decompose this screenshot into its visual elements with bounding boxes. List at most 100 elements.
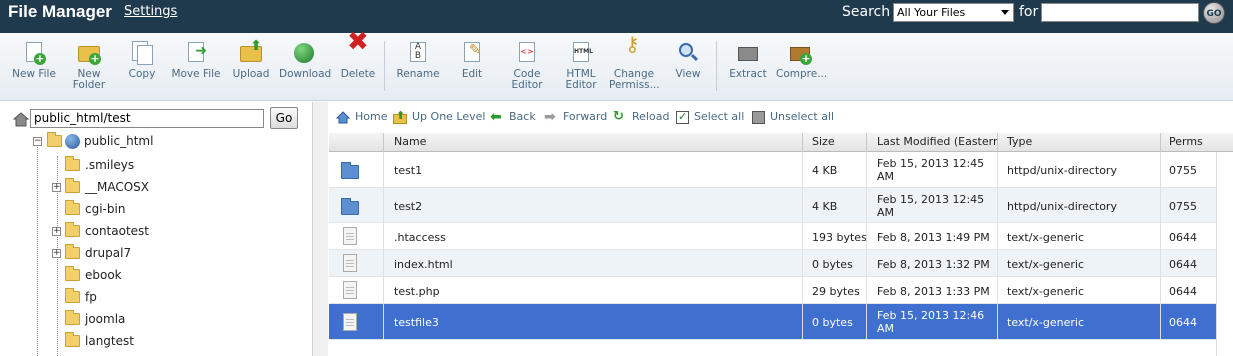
search-scope-select[interactable]: All Your Files	[893, 3, 1014, 22]
app-title: File Manager	[8, 2, 112, 21]
table-row-selected[interactable]: testfile3 0 bytes Feb 15, 2013 12:46 AM …	[329, 304, 1216, 340]
change-permissions-button[interactable]: ⚷ Change Permiss...	[609, 34, 660, 91]
html-editor-icon: HTML	[569, 41, 593, 65]
file-type: text/x-generic	[1007, 258, 1085, 271]
delete-button[interactable]: ✖ Delete	[340, 27, 376, 80]
column-divider	[383, 152, 384, 339]
tree-expand-toggle[interactable]: +	[52, 249, 61, 258]
copy-button[interactable]: Copy	[124, 41, 160, 80]
search-label: Search	[842, 4, 891, 20]
compress-button[interactable]: + Compre...	[776, 41, 827, 80]
column-divider	[383, 133, 384, 152]
reload-button[interactable]: ↻ Reload	[613, 110, 669, 124]
extract-button[interactable]: Extract	[728, 41, 768, 80]
file-name: test.php	[394, 285, 440, 298]
upload-icon: ⬆	[239, 39, 263, 65]
tree-collapse-toggle[interactable]: −	[33, 137, 42, 146]
delete-icon: ✖	[347, 27, 369, 57]
file-perms: 0755	[1169, 164, 1197, 177]
up-one-level-button[interactable]: ⬆ Up One Level	[393, 109, 485, 124]
html-editor-button[interactable]: HTML HTML Editor	[562, 41, 600, 91]
upload-button[interactable]: ⬆ Upload	[232, 39, 270, 80]
forward-button[interactable]: ➡ Forward	[544, 110, 607, 124]
table-row[interactable]: test2 4 KB Feb 15, 2013 12:45 AM httpd/u…	[329, 188, 1216, 223]
file-name: test1	[394, 164, 423, 177]
search-go-button[interactable]: GO	[1203, 2, 1225, 24]
settings-link[interactable]: Settings	[124, 4, 177, 19]
file-name: test2	[394, 200, 423, 213]
tree-guide	[37, 147, 38, 356]
move-file-button[interactable]: ➜ Move File	[170, 41, 222, 80]
tree-item[interactable]: fp	[65, 288, 265, 307]
file-size: 193 bytes	[812, 231, 867, 244]
table-row[interactable]: .htaccess 193 bytes Feb 8, 2013 1:49 PM …	[329, 223, 1216, 250]
view-icon	[676, 41, 700, 65]
tree-expand-toggle[interactable]: +	[52, 183, 61, 192]
tree-item[interactable]: drupal7	[65, 244, 265, 263]
back-button[interactable]: ⬅ Back	[490, 110, 536, 124]
tree-item[interactable]: .smileys	[65, 156, 265, 175]
column-header-type[interactable]: Type	[1007, 135, 1157, 148]
checkbox-checked-icon	[676, 110, 689, 124]
folder-icon	[65, 266, 80, 281]
column-divider	[802, 152, 803, 339]
file-modified: Feb 15, 2013 12:46 AM	[877, 309, 985, 335]
table-row[interactable]: test.php 29 bytes Feb 8, 2013 1:33 PM te…	[329, 277, 1216, 304]
tree-expand-toggle[interactable]: +	[52, 227, 61, 236]
download-button[interactable]: Download	[279, 41, 331, 80]
column-header-name[interactable]: Name	[394, 135, 794, 148]
tree-item[interactable]: contaotest	[65, 222, 265, 241]
tree-item[interactable]: joomla	[65, 310, 265, 329]
file-size: 0 bytes	[812, 316, 853, 329]
panel-splitter[interactable]	[312, 102, 328, 356]
edit-button[interactable]: ✎ Edit	[458, 41, 486, 80]
file-type: httpd/unix-directory	[1007, 200, 1117, 213]
tree-item[interactable]: langtest	[65, 332, 265, 351]
code-editor-icon: <>	[515, 41, 539, 65]
search-input[interactable]	[1041, 3, 1199, 22]
reload-icon: ↻	[613, 108, 624, 124]
file-modified: Feb 15, 2013 12:45 AM	[877, 157, 985, 183]
new-file-button[interactable]: + New File	[10, 41, 58, 80]
column-divider	[1160, 152, 1161, 339]
file-size: 29 bytes	[812, 285, 860, 298]
file-name: .htaccess	[394, 231, 446, 244]
path-input[interactable]: public_html/test	[30, 109, 264, 128]
view-button[interactable]: View	[674, 41, 702, 80]
select-all-button[interactable]: Select all	[676, 110, 744, 124]
extract-icon	[736, 41, 760, 65]
tree-item[interactable]: ebook	[65, 266, 265, 285]
file-type: text/x-generic	[1007, 316, 1085, 329]
home-button[interactable]: Home	[335, 110, 387, 124]
column-header-modified[interactable]: Last Modified (Eastern St	[877, 135, 997, 148]
file-perms: 0644	[1169, 285, 1197, 298]
tree-item-public-html[interactable]: public_html	[47, 132, 247, 151]
vertical-scrollbar[interactable]	[1216, 152, 1233, 356]
column-divider	[1160, 133, 1161, 152]
table-header: Name Size Last Modified (Eastern St Type…	[329, 133, 1233, 152]
column-header-perms[interactable]: Perms	[1169, 135, 1219, 148]
tree-item[interactable]: cgi-bin	[65, 200, 265, 219]
folder-icon	[65, 200, 80, 215]
up-folder-icon: ⬆	[393, 109, 407, 124]
file-size: 0 bytes	[812, 258, 853, 271]
column-header-size[interactable]: Size	[812, 135, 862, 148]
forward-arrow-icon: ➡	[544, 108, 556, 125]
home-icon[interactable]	[12, 111, 30, 127]
back-arrow-icon: ⬅	[490, 108, 502, 125]
column-divider	[866, 152, 867, 339]
unselect-all-button[interactable]: Unselect all	[752, 110, 834, 124]
tree-item[interactable]: __MACOSX	[65, 178, 265, 197]
table-row[interactable]: index.html 0 bytes Feb 8, 2013 1:32 PM t…	[329, 250, 1216, 277]
rename-icon: AB	[406, 41, 430, 65]
folder-icon	[341, 162, 359, 179]
new-file-icon: +	[22, 41, 46, 65]
file-type: httpd/unix-directory	[1007, 164, 1117, 177]
new-folder-button[interactable]: + New Folder	[66, 41, 112, 91]
rename-button[interactable]: AB Rename	[396, 41, 440, 80]
table-row[interactable]: test1 4 KB Feb 15, 2013 12:45 AM httpd/u…	[329, 152, 1216, 188]
code-editor-button[interactable]: <> Code Editor	[508, 41, 546, 91]
path-go-button[interactable]: Go	[270, 107, 298, 129]
folder-icon	[65, 178, 80, 193]
file-icon	[343, 313, 357, 331]
